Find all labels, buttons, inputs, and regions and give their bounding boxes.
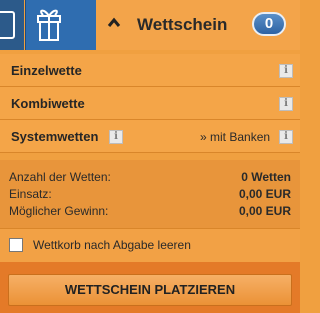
betslip-footer: WETTSCHEIN PLATZIEREN bbox=[0, 262, 300, 313]
info-icon[interactable]: i bbox=[279, 97, 293, 111]
bet-type-combi[interactable]: Kombiwette i bbox=[0, 87, 300, 120]
tab-gift[interactable] bbox=[25, 0, 96, 50]
info-icon[interactable]: i bbox=[279, 130, 293, 144]
info-icon[interactable]: i bbox=[109, 130, 123, 144]
stake-value: 0,00 EUR bbox=[238, 187, 291, 201]
phone-icon bbox=[0, 11, 15, 39]
num-bets-value: 0 Wetten bbox=[241, 170, 291, 184]
stake-label: Einsatz: bbox=[9, 187, 52, 201]
gift-icon bbox=[37, 9, 61, 41]
betslip-title: Wettschein bbox=[137, 15, 228, 34]
clear-after-submit-label[interactable]: Wettkorb nach Abgabe leeren bbox=[33, 238, 191, 252]
bet-type-list: Einzelwette i Kombiwette i Systemwetten … bbox=[0, 54, 300, 153]
potential-win-label: Möglicher Gewinn: bbox=[9, 204, 109, 218]
betslip-header: Wettschein 0 bbox=[0, 0, 300, 50]
info-icon[interactable]: i bbox=[279, 64, 293, 78]
bet-type-label: Systemwetten bbox=[11, 129, 99, 144]
tab-mobile[interactable] bbox=[0, 0, 24, 50]
summary-num-bets: Anzahl der Wetten: 0 Wetten bbox=[9, 170, 291, 186]
bet-count-badge: 0 bbox=[252, 12, 286, 36]
clear-after-submit-option: Wettkorb nach Abgabe leeren bbox=[0, 228, 300, 263]
bet-type-system[interactable]: Systemwetten i » mit Banken i bbox=[0, 120, 300, 153]
summary-stake: Einsatz: 0,00 EUR bbox=[9, 187, 291, 203]
bet-summary: Anzahl der Wetten: 0 Wetten Einsatz: 0,0… bbox=[0, 160, 300, 228]
clear-after-submit-checkbox[interactable] bbox=[9, 238, 23, 252]
num-bets-label: Anzahl der Wetten: bbox=[9, 170, 111, 184]
bet-type-single[interactable]: Einzelwette i bbox=[0, 54, 300, 87]
bet-type-label: Kombiwette bbox=[11, 96, 85, 111]
potential-win-value: 0,00 EUR bbox=[238, 204, 291, 218]
summary-potential-win: Möglicher Gewinn: 0,00 EUR bbox=[9, 204, 291, 220]
caret-up-icon[interactable] bbox=[107, 16, 121, 30]
place-bet-button[interactable]: WETTSCHEIN PLATZIEREN bbox=[8, 274, 292, 306]
bet-type-label: Einzelwette bbox=[11, 63, 82, 78]
with-bankers-link[interactable]: » mit Banken bbox=[200, 130, 270, 144]
